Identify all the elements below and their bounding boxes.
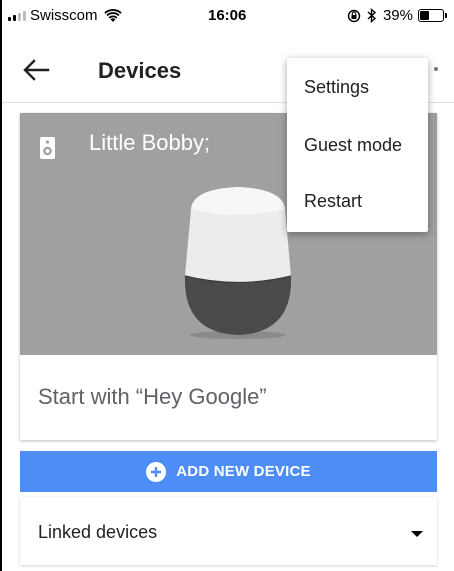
device-name: Little Bobby; [89,130,211,155]
speaker-icon [40,137,55,159]
dropdown-arrow-icon [411,531,423,537]
wifi-icon [103,8,122,22]
google-home-speaker-image [184,187,292,339]
battery-icon [418,9,447,22]
device-card-footer: Start with “Hey Google” [20,355,437,440]
menu-item-guest-mode[interactable]: Guest mode [287,118,428,174]
bluetooth-icon [367,8,377,23]
arrow-back-icon[interactable] [22,58,50,82]
carrier-name: Swisscom [30,7,98,24]
status-time: 16:06 [208,7,247,24]
linked-devices-label: Linked devices [38,522,158,542]
add-new-device-label: ADD NEW DEVICE [176,463,311,480]
page-title: Devices [98,58,182,83]
menu-item-label: Settings [304,77,370,97]
menu-item-restart[interactable]: Restart [287,174,428,230]
menu-item-label: Guest mode [304,135,403,155]
menu-item-settings[interactable]: Settings [287,60,428,116]
status-bar-left: Swisscom [8,7,122,24]
linked-devices-row[interactable]: Linked devices [20,497,437,565]
overflow-menu: Settings Guest mode Restart [287,58,428,232]
menu-item-label: Restart [304,191,363,211]
battery-percent: 39% [382,7,413,24]
status-bar-right: 39% [347,7,447,24]
hey-google-prompt: Start with “Hey Google” [38,384,267,409]
add-circle-icon [146,461,167,482]
more-options-icon[interactable] [434,67,438,71]
add-new-device-button[interactable]: ADD NEW DEVICE [20,451,437,492]
status-bar: Swisscom 16:06 39% [2,0,454,40]
signal-icon [8,10,26,21]
orientation-lock-icon [347,9,361,22]
